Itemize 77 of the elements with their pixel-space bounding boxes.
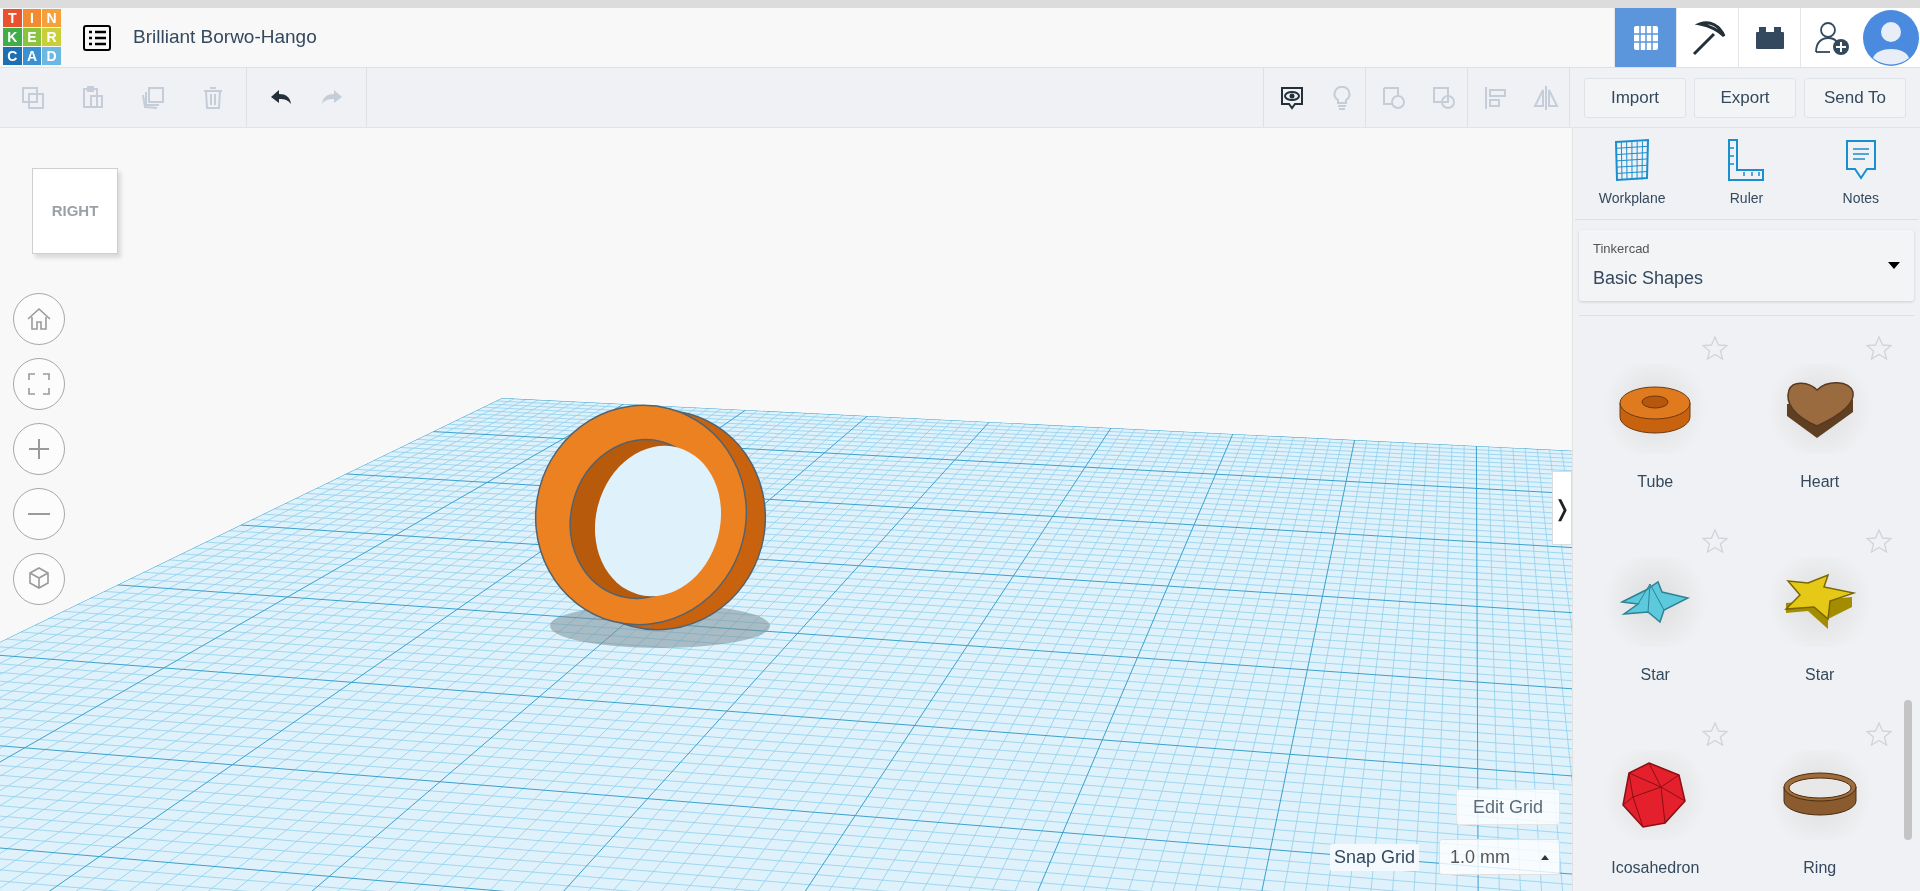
shape-name: Star: [1640, 665, 1670, 685]
cube-icon: [26, 566, 52, 592]
eye-speech-icon: [1278, 84, 1305, 111]
favorite-star-icon[interactable]: [1701, 722, 1728, 746]
shape-name: Icosahedron: [1611, 858, 1700, 878]
logo-letter: I: [22, 9, 42, 27]
star-pyramid-icon: [1620, 580, 1691, 624]
zoom-out-button[interactable]: [13, 488, 65, 540]
logo-letter: T: [3, 9, 22, 27]
view-cube-label: RIGHT: [51, 200, 99, 221]
align-icon: [1482, 84, 1509, 111]
panel-tool-button[interactable]: Ruler: [1698, 137, 1795, 209]
zoom-in-button[interactable]: [13, 423, 65, 475]
grid-plane-icon: [1613, 137, 1652, 182]
shape-name: Star: [1805, 665, 1835, 685]
logo-letter: K: [3, 28, 22, 46]
caret-up-icon: [1541, 854, 1549, 860]
snap-grid-select[interactable]: 1.0 mm: [1439, 839, 1560, 875]
library-dropdown[interactable]: Tinkercad Basic Shapes: [1579, 229, 1914, 301]
shape-tile[interactable]: Heart: [1737, 318, 1902, 505]
favorite-star-icon[interactable]: [1866, 529, 1892, 553]
panel-collapse-button[interactable]: ❭: [1552, 471, 1572, 545]
view-switch-button[interactable]: [1676, 8, 1738, 67]
shape-tile[interactable]: Star: [1737, 511, 1902, 698]
mirror-icon: [1533, 84, 1559, 111]
home-icon: [26, 306, 52, 332]
edit-grid-button[interactable]: Edit Grid: [1455, 789, 1560, 825]
note-icon: [1843, 137, 1878, 182]
shape-name: Ring: [1803, 858, 1837, 878]
add-user-icon: [1813, 19, 1850, 56]
logo-letter: R: [42, 28, 61, 46]
ruler-icon: [1726, 137, 1767, 182]
shape-tile[interactable]: Star: [1573, 511, 1738, 698]
logo-letter: C: [3, 47, 22, 65]
action-button[interactable]: Send To: [1804, 77, 1906, 118]
paste-icon: [80, 84, 106, 111]
avatar-icon: [1863, 9, 1919, 66]
fit-view-icon: [27, 372, 51, 396]
tinkercad-logo[interactable]: T I N K E R C A D: [3, 9, 61, 65]
logo-letter: N: [42, 9, 61, 27]
snap-grid-label: Snap Grid: [1329, 843, 1419, 871]
ungroup-icon: [1431, 84, 1457, 111]
favorite-star-icon[interactable]: [1866, 722, 1892, 746]
list-icon: [83, 24, 111, 51]
favorite-star-icon[interactable]: [1701, 336, 1728, 360]
grid-icon: [1631, 23, 1660, 52]
group-icon: [1380, 84, 1407, 111]
shape-tile[interactable]: Ring: [1737, 704, 1902, 891]
design-title[interactable]: Brilliant Borwo-Hango: [133, 23, 317, 52]
plus-icon: [27, 437, 51, 461]
fit-view-button[interactable]: [13, 358, 65, 410]
action-button[interactable]: Export: [1694, 77, 1796, 118]
favorite-star-icon[interactable]: [1866, 336, 1892, 360]
logo-letter: A: [22, 47, 42, 65]
star-shape-icon: [1783, 573, 1856, 631]
copy-icon: [20, 84, 46, 111]
view-switch-button[interactable]: [1738, 8, 1800, 67]
panel-tool-button[interactable]: Workplane: [1584, 137, 1681, 209]
brick-icon: [1753, 24, 1786, 51]
logo-letter: E: [22, 28, 42, 46]
shape-tile[interactable]: Tube: [1573, 318, 1738, 505]
shape-tile[interactable]: Icosahedron: [1573, 704, 1738, 891]
library-caption: Tinkercad: [1593, 240, 1650, 259]
shape-name: Tube: [1637, 472, 1674, 492]
panel-tool-button[interactable]: Notes: [1812, 137, 1909, 209]
add-user-button[interactable]: [1800, 8, 1862, 67]
view-switch-button[interactable]: [1614, 8, 1676, 67]
home-view-button[interactable]: [13, 293, 65, 345]
shape-name: Heart: [1800, 472, 1840, 492]
action-button[interactable]: Import: [1584, 77, 1686, 118]
library-value: Basic Shapes: [1593, 266, 1704, 290]
duplicate-icon: [140, 84, 166, 111]
logo-letter: D: [42, 47, 61, 65]
caret-down-icon: [1888, 261, 1900, 269]
perspective-button[interactable]: [13, 553, 65, 605]
favorite-star-icon[interactable]: [1701, 529, 1728, 553]
minus-icon: [27, 512, 51, 516]
